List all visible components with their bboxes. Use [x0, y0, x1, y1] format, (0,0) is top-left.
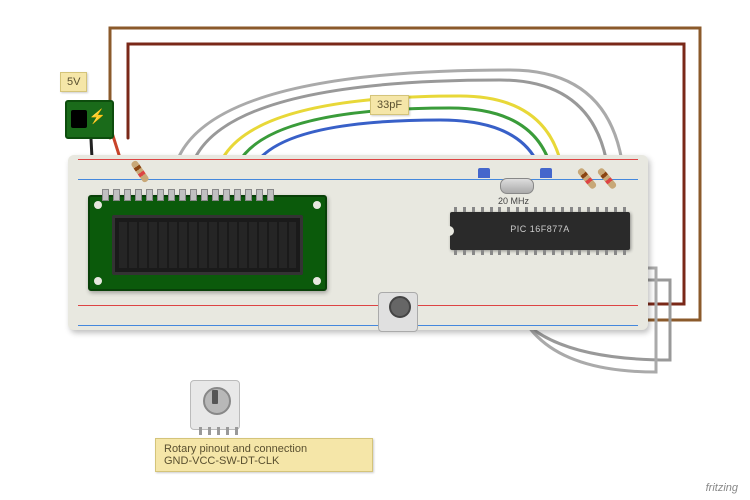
chip-label: PIC 16F877A [450, 224, 630, 234]
rotary-note-title: Rotary pinout and connection [164, 443, 364, 455]
pic-microcontroller: PIC 16F877A [450, 212, 630, 250]
voltage-text: 5V [67, 76, 80, 88]
lcd-16x2 [88, 195, 327, 291]
capacitor-33pf-1 [478, 168, 490, 178]
trimmer-potentiometer [378, 292, 418, 332]
crystal-20mhz [500, 178, 534, 194]
voltage-label-note: 5V [60, 72, 87, 92]
lcd-screen [112, 215, 303, 275]
rotary-encoder [190, 380, 240, 430]
rotary-note-pins: GND-VCC-SW-DT-CLK [164, 455, 364, 467]
rotary-label-note: Rotary pinout and connection GND-VCC-SW-… [155, 438, 373, 472]
crystal-freq-label: 20 MHz [498, 196, 529, 206]
capacitor-label-note: 33pF [370, 95, 409, 115]
power-jack-5v [65, 100, 114, 139]
lcd-header-pins [102, 189, 274, 201]
fritzing-credit: fritzing [706, 482, 738, 494]
cap-value-text: 33pF [377, 99, 402, 111]
circuit-canvas: 5V 33pF 20 MHz PIC 16F877A [0, 0, 750, 500]
capacitor-33pf-2 [540, 168, 552, 178]
